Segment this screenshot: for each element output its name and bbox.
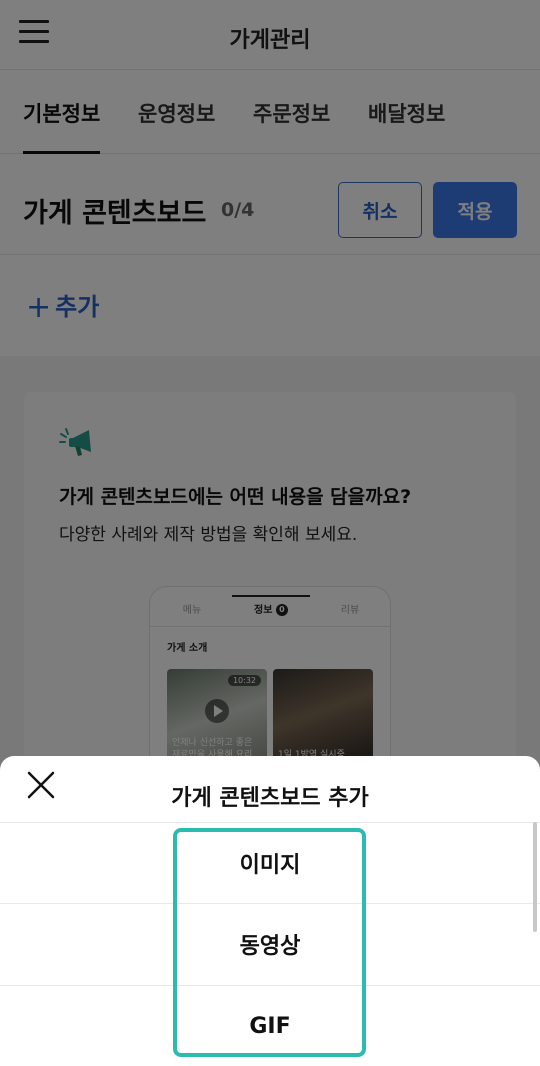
- add-content-bottom-sheet: 가게 콘텐츠보드 추가 이미지 동영상 GIF: [0, 756, 540, 1066]
- option-image[interactable]: 이미지: [0, 823, 540, 903]
- sheet-title: 가게 콘텐츠보드 추가: [171, 786, 369, 811]
- scrollbar[interactable]: [533, 822, 537, 932]
- option-video[interactable]: 동영상: [0, 904, 540, 984]
- option-gif[interactable]: GIF: [0, 986, 540, 1066]
